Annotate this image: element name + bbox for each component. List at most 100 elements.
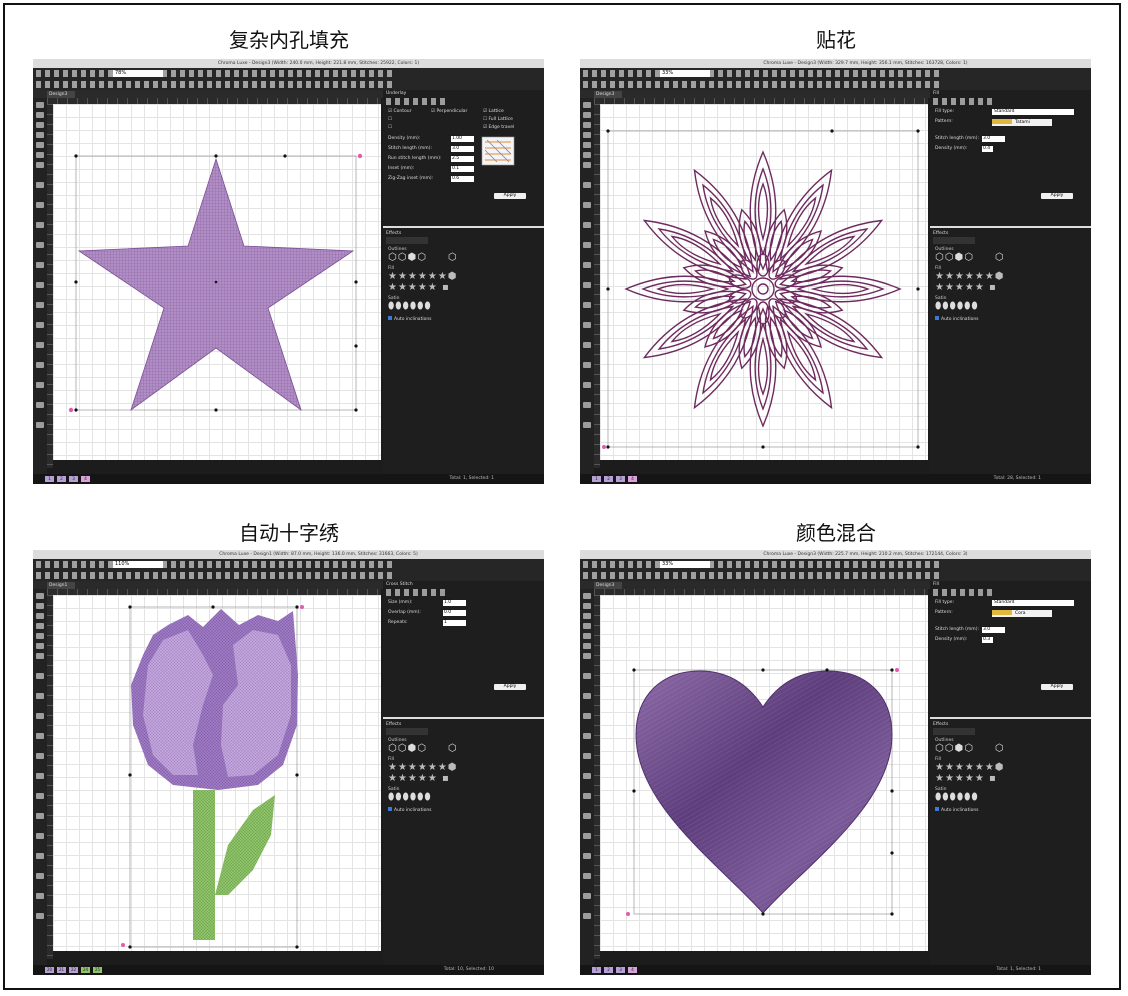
stitch-tool-icon[interactable] xyxy=(36,282,44,288)
zoom-select[interactable]: 33% xyxy=(660,70,710,77)
tab-design[interactable]: Design3 xyxy=(594,91,622,98)
text-tool-icon[interactable] xyxy=(36,673,44,679)
page-tab[interactable]: 3 xyxy=(69,476,78,482)
panel-tab-icons[interactable] xyxy=(386,98,446,105)
image-tool-icon[interactable] xyxy=(36,653,44,659)
satin-leaf-icons[interactable]: ⬮⬮⬮⬮⬮⬮ xyxy=(935,302,979,312)
outline-hexagon-icons[interactable]: ⬡⬡⬢⬡ ⬡ xyxy=(388,744,458,754)
density-input[interactable]: 1.00 xyxy=(451,136,474,142)
outline-hexagon-icons[interactable]: ⬡⬡⬢⬡ ⬡ xyxy=(388,253,458,263)
panel-tab-icons[interactable] xyxy=(933,98,993,105)
cross-tool-icon[interactable] xyxy=(36,873,44,879)
star-tool-icon[interactable] xyxy=(583,753,591,759)
transform-tool-icon[interactable] xyxy=(583,342,591,348)
fill-star-icons[interactable]: ★★★★★★⬢ xyxy=(388,763,458,773)
page-tab[interactable]: 2 xyxy=(604,967,613,973)
transform-tool-icon[interactable] xyxy=(36,342,44,348)
satin-tool-icon[interactable] xyxy=(583,242,591,248)
zoom-tool-icon[interactable] xyxy=(583,132,591,138)
pen-tool-icon[interactable] xyxy=(36,613,44,619)
selection-handles[interactable] xyxy=(606,129,920,449)
select-tool-icon[interactable] xyxy=(583,102,591,108)
image-tool-icon[interactable] xyxy=(583,162,591,168)
stitch-tool-icon[interactable] xyxy=(583,282,591,288)
stitch-length-input[interactable]: 3.0 xyxy=(982,136,1005,142)
align-tool-icon[interactable] xyxy=(583,813,591,819)
heart-color-blend[interactable] xyxy=(600,595,928,951)
rotate-handle[interactable] xyxy=(300,605,304,609)
tab-design[interactable]: Design1 xyxy=(47,582,75,589)
design-canvas[interactable] xyxy=(600,104,928,460)
auto-inclinations-checkbox[interactable]: Auto inclinations xyxy=(935,316,979,322)
satin-tool-icon[interactable] xyxy=(36,242,44,248)
measure-tool-icon[interactable] xyxy=(36,853,44,859)
hand-tool-icon[interactable] xyxy=(36,633,44,639)
cut-tool-icon[interactable] xyxy=(583,302,591,308)
fill-tool-icon[interactable] xyxy=(36,222,44,228)
size-input[interactable]: 1.0 xyxy=(443,600,466,606)
page-tab[interactable]: 2 xyxy=(57,476,66,482)
outline-hexagon-icons[interactable]: ⬡⬡⬢⬡ ⬡ xyxy=(935,744,1005,754)
page-tab[interactable]: 2 xyxy=(604,476,613,482)
fill-star-icons[interactable]: ★★★★★ ▪ xyxy=(935,774,997,784)
inset-input[interactable]: 0.1 xyxy=(451,166,474,172)
align-tool-icon[interactable] xyxy=(36,813,44,819)
scissors-tool-icon[interactable] xyxy=(36,893,44,899)
auto-inclinations-checkbox[interactable]: Auto inclinations xyxy=(388,807,432,813)
select-tool-icon[interactable] xyxy=(36,593,44,599)
page-tab[interactable]: 1 xyxy=(592,476,601,482)
node-tool-icon[interactable] xyxy=(583,603,591,609)
image-tool-icon[interactable] xyxy=(583,653,591,659)
satin-leaf-icons[interactable]: ⬮⬮⬮⬮⬮⬮ xyxy=(388,302,432,312)
measure-tool-icon[interactable] xyxy=(583,853,591,859)
pattern-select[interactable]: Cora xyxy=(992,610,1052,617)
density-input[interactable]: 0.4 xyxy=(982,146,993,152)
text-tool-icon[interactable] xyxy=(36,182,44,188)
tulip-cross-stitch[interactable] xyxy=(53,595,381,951)
apply-button[interactable]: Apply xyxy=(494,684,526,690)
mandala-applique[interactable] xyxy=(600,104,928,460)
fill-tool-icon[interactable] xyxy=(583,222,591,228)
cross-tool-icon[interactable] xyxy=(583,873,591,879)
page-tab[interactable]: 3 xyxy=(616,476,625,482)
design-canvas[interactable] xyxy=(53,104,381,460)
scissors-tool-icon[interactable] xyxy=(583,402,591,408)
more-tool-icon[interactable] xyxy=(36,913,44,919)
page-tab[interactable]: 1 xyxy=(592,967,601,973)
fill-star-icons[interactable]: ★★★★★ ▪ xyxy=(388,774,450,784)
design-canvas[interactable] xyxy=(600,595,928,951)
rotate-handle[interactable] xyxy=(602,445,606,449)
page-tab[interactable]: 1 xyxy=(45,476,54,482)
pattern-select[interactable]: Tatami xyxy=(992,119,1052,126)
cut-tool-icon[interactable] xyxy=(36,302,44,308)
checkbox-full-lattice[interactable]: ☐ Full Lattice xyxy=(483,117,513,122)
repeats-input[interactable]: 1 xyxy=(443,620,466,626)
fill-star-icons[interactable]: ★★★★★ ▪ xyxy=(935,283,997,293)
effects-tabs[interactable] xyxy=(386,728,428,735)
toolbar-icons[interactable] xyxy=(583,81,941,88)
panel-tab-icons[interactable] xyxy=(933,589,993,596)
fill-star-icons[interactable]: ★★★★★★⬢ xyxy=(388,272,458,282)
zoom-tool-icon[interactable] xyxy=(36,132,44,138)
cross-tool-icon[interactable] xyxy=(583,382,591,388)
shape-tool-icon[interactable] xyxy=(36,693,44,699)
page-tab[interactable]: 4 xyxy=(628,967,637,973)
scissors-tool-icon[interactable] xyxy=(36,402,44,408)
page-tab[interactable]: 22 xyxy=(69,967,78,973)
select-tool-icon[interactable] xyxy=(583,593,591,599)
text-tool-icon[interactable] xyxy=(583,182,591,188)
toolbar-icons[interactable] xyxy=(583,561,941,568)
pen-tool-icon[interactable] xyxy=(583,122,591,128)
text-tool-icon[interactable] xyxy=(583,673,591,679)
tab-design[interactable]: Design3 xyxy=(594,582,622,589)
rotate-handle[interactable] xyxy=(121,943,125,947)
effects-tabs[interactable] xyxy=(386,237,428,244)
star-tool-icon[interactable] xyxy=(36,262,44,268)
node-tool-icon[interactable] xyxy=(583,112,591,118)
apply-button[interactable]: Apply xyxy=(1041,193,1073,199)
rotate-handle[interactable] xyxy=(68,407,74,413)
apply-button[interactable]: Apply xyxy=(494,193,526,199)
toolbar-icons[interactable] xyxy=(36,561,394,568)
checkbox-edge-travel[interactable]: ☑ Edge travel xyxy=(483,125,514,130)
measure-tool-icon[interactable] xyxy=(36,362,44,368)
